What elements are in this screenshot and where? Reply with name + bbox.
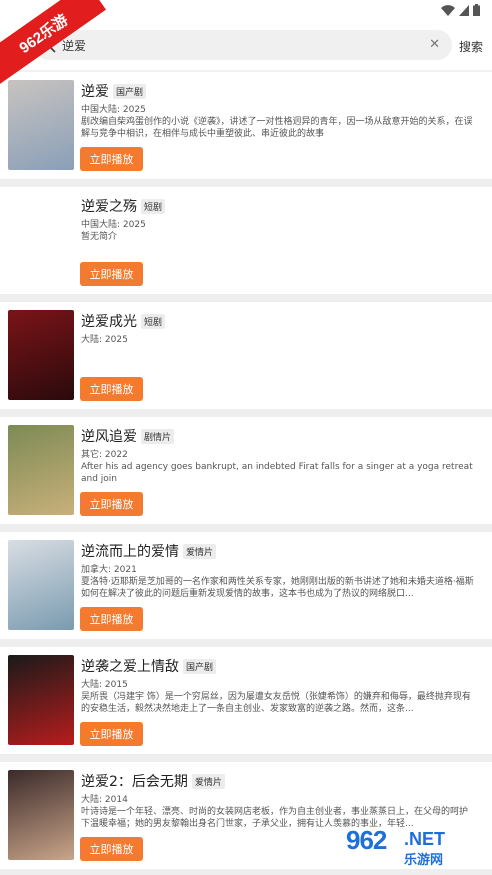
poster-image[interactable] <box>8 770 74 860</box>
genre-tag: 剧情片 <box>141 428 175 444</box>
search-input[interactable]: 逆爱 <box>62 37 422 54</box>
result-card[interactable]: 逆风追爱 剧情片其它: 2022 After his ad agency goes … <box>0 417 492 532</box>
synopsis: 吴所畏（冯建宇 饰）是一个穷屌丝，因为屡遭女友岳悦（张婕希饰）的嫌弃和侮辱，最终… <box>81 692 471 714</box>
title-row: 逆风追爱 剧情片 <box>81 426 175 446</box>
play-now-button[interactable]: 立即播放 <box>80 722 143 746</box>
result-title[interactable]: 逆爱之殇 <box>81 196 137 216</box>
region-year: 大陆: 2015 <box>81 680 128 690</box>
battery-icon <box>473 4 480 16</box>
result-card[interactable]: 逆爱成光 短剧大陆: 2025 立即播放 <box>0 302 492 417</box>
title-row: 逆爱 国产剧 <box>81 81 147 101</box>
result-title[interactable]: 逆袭之爱上情敌 <box>81 656 179 676</box>
poster-image[interactable] <box>8 425 74 515</box>
genre-tag: 爱情片 <box>183 543 217 559</box>
clear-icon[interactable]: ✕ <box>429 37 440 52</box>
region-year: 加拿大: 2021 <box>81 565 137 575</box>
watermark-sub: 乐游网 <box>404 853 444 868</box>
result-title[interactable]: 逆爱 <box>81 81 109 101</box>
poster-image[interactable] <box>8 80 74 170</box>
poster-image[interactable] <box>8 655 74 745</box>
genre-tag: 短剧 <box>141 313 166 329</box>
play-now-button[interactable]: 立即播放 <box>80 262 143 286</box>
watermark-net: .NET <box>404 829 446 849</box>
search-box[interactable]: 逆爱 ✕ <box>34 30 452 60</box>
play-now-button[interactable]: 立即播放 <box>80 147 143 171</box>
region-year: 其它: 2022 <box>81 450 128 460</box>
wifi-icon <box>441 4 455 16</box>
result-card[interactable]: 逆爱之殇 短剧中国大陆: 2025 暂无简介立即播放 <box>0 187 492 302</box>
result-title[interactable]: 逆风追爱 <box>81 426 137 446</box>
play-now-button[interactable]: 立即播放 <box>80 837 143 861</box>
title-row: 逆爱成光 短剧 <box>81 311 166 331</box>
synopsis: 暂无简介 <box>81 232 118 242</box>
result-title[interactable]: 逆流而上的爱情 <box>81 541 179 561</box>
result-card[interactable]: 逆流而上的爱情 爱情片加拿大: 2021 夏洛特·迈耶斯是芝加哥的一名作家和两性关系… <box>0 532 492 647</box>
brand-watermark: 962 .NET 乐游网 <box>346 825 486 869</box>
title-row: 逆袭之爱上情敌 国产剧 <box>81 656 217 676</box>
result-card[interactable]: 逆爱 国产剧中国大陆: 2025 剧改编自柴鸡蛋创作的小说《逆袭》，讲述了一对性格迥… <box>0 72 492 187</box>
search-bar: 逆爱 ✕ 搜索 <box>0 30 492 62</box>
region-year: 中国大陆: 2025 <box>81 105 146 115</box>
result-list: 逆爱 国产剧 中国大陆: 2025 剧改编自柴鸡蛋创作的小说《逆袭》，讲述了一对性格迥… <box>0 72 492 875</box>
synopsis: After his ad agency goes bankrupt, an in… <box>81 462 473 484</box>
play-now-button[interactable]: 立即播放 <box>80 607 143 631</box>
signal-icon <box>459 4 469 16</box>
play-now-button[interactable]: 立即播放 <box>80 492 143 516</box>
title-row: 逆爱2：后会无期 爱情片 <box>81 771 225 791</box>
title-row: 逆爱之殇 短剧 <box>81 196 166 216</box>
result-title[interactable]: 逆爱2：后会无期 <box>81 771 188 791</box>
genre-tag: 国产剧 <box>183 658 217 674</box>
poster-image[interactable] <box>8 195 74 285</box>
region-year: 大陆: 2014 <box>81 795 128 805</box>
genre-tag: 国产剧 <box>113 83 147 99</box>
synopsis: 夏洛特·迈耶斯是芝加哥的一名作家和两性关系专家，她刚刚出版的新书讲述了她和未婚夫… <box>81 577 474 599</box>
poster-image[interactable] <box>8 540 74 630</box>
poster-image[interactable] <box>8 310 74 400</box>
title-row: 逆流而上的爱情 爱情片 <box>81 541 217 561</box>
region-year: 中国大陆: 2025 <box>81 220 146 230</box>
play-now-button[interactable]: 立即播放 <box>80 377 143 401</box>
region-year: 大陆: 2025 <box>81 335 128 345</box>
watermark-logo: 962 <box>346 825 387 855</box>
search-button[interactable]: 搜索 <box>459 38 483 55</box>
genre-tag: 短剧 <box>141 198 166 214</box>
synopsis: 剧改编自柴鸡蛋创作的小说《逆袭》，讲述了一对性格迥异的青年，因一场从敌意开始的关… <box>81 117 473 139</box>
result-title[interactable]: 逆爱成光 <box>81 311 137 331</box>
result-card[interactable]: 逆袭之爱上情敌 国产剧大陆: 2015 吴所畏（冯建宇 饰）是一个穷屌丝，因为屡遭女… <box>0 647 492 762</box>
genre-tag: 爱情片 <box>191 773 225 789</box>
status-icons <box>441 4 480 16</box>
